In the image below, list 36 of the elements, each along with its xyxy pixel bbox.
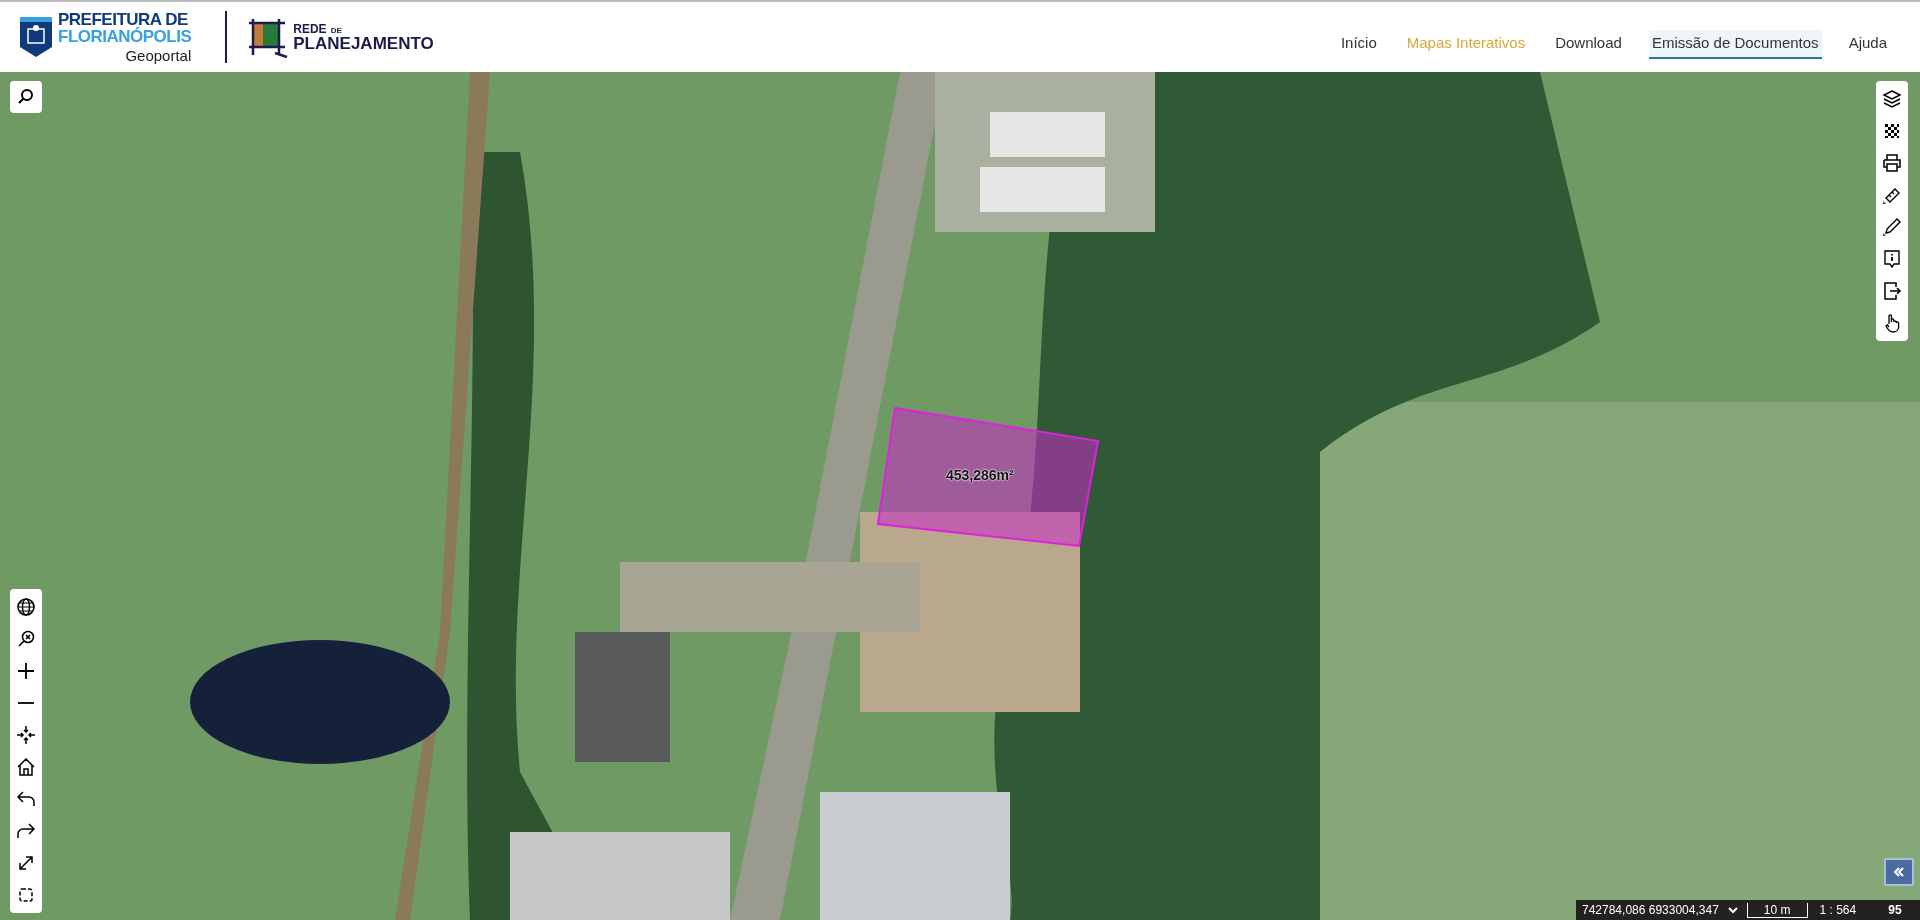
pencil-icon	[1882, 217, 1902, 237]
printer-icon	[1882, 153, 1902, 173]
logo-title: FLORIANÓPOLIS	[58, 28, 192, 45]
scale-bar: 10 m	[1746, 902, 1808, 918]
status-text: 95	[1888, 903, 1902, 917]
info-icon	[1882, 249, 1902, 269]
partner-logo-text: REDE	[293, 22, 327, 35]
logo-subtitle: Geoportal	[125, 48, 192, 63]
arrows-inward-icon	[16, 725, 36, 745]
nav-link[interactable]: Download	[1552, 29, 1625, 59]
layers-icon	[1882, 89, 1902, 109]
area-label: 453,286m²	[946, 467, 1014, 483]
double-chevron-icon	[1892, 865, 1906, 879]
magnifier-cross-icon	[16, 629, 36, 649]
partner-logo-title: PLANEJAMENTO	[293, 34, 434, 52]
exit-arrow-icon	[1882, 281, 1902, 301]
nav-link[interactable]: Emissão de Documentos	[1648, 29, 1822, 59]
nav-link[interactable]: Ajuda	[1845, 29, 1890, 59]
undo-arrow-icon	[16, 789, 36, 809]
redo-arrow-icon	[16, 821, 36, 841]
dashed-square-icon	[16, 885, 36, 905]
chevron-down-icon[interactable]	[1726, 904, 1739, 916]
minus-icon	[18, 702, 34, 704]
search-button[interactable]	[10, 81, 42, 113]
diagonal-arrow-icon	[16, 853, 36, 873]
scale-text: 1 : 564	[1819, 903, 1857, 917]
logo-title: PREFEITURA DE	[58, 11, 188, 28]
plus-icon	[16, 661, 36, 681]
partner-logo-text: DE	[330, 26, 342, 35]
coordinates-text: 742784,086 6933004,347	[1582, 903, 1719, 917]
checkerboard-icon	[1882, 121, 1902, 141]
globe-icon	[16, 597, 36, 617]
home-icon	[16, 757, 36, 777]
collapse-button[interactable]	[1884, 858, 1914, 886]
coat-of-arms-icon	[20, 17, 52, 57]
nav-link[interactable]: Início	[1337, 29, 1380, 59]
